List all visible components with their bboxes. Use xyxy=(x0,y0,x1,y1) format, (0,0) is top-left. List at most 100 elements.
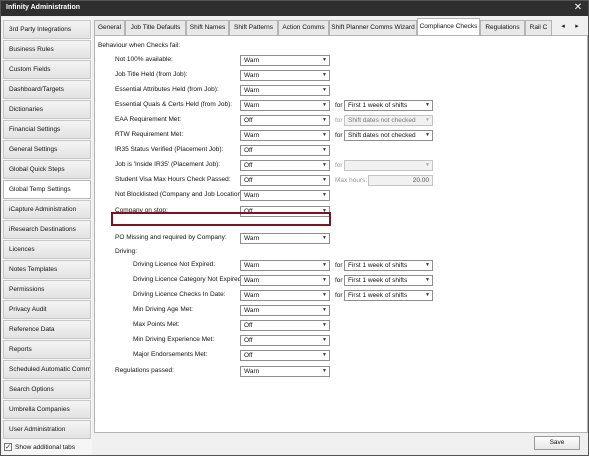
po-missing-select[interactable]: Warn ▼ xyxy=(240,233,330,244)
not-100-available-select[interactable]: Warn ▼ xyxy=(240,55,330,66)
compliance-checks-panel: Behaviour when Checks fail: Not 100% ava… xyxy=(94,35,588,433)
regulations-passed-select[interactable]: Warn ▼ xyxy=(240,366,330,377)
sidebar-item-iresearch-destinations[interactable]: iResearch Destinations xyxy=(3,220,91,239)
sidebar-item-3rd-party-integrations[interactable]: 3rd Party Integrations xyxy=(3,20,91,39)
select-value: Warn xyxy=(244,87,260,94)
sidebar-item-global-quick-steps[interactable]: Global Quick Steps xyxy=(3,160,91,179)
driving-licence-category-select[interactable]: Warn ▼ xyxy=(240,275,330,286)
dropdown-arrow-icon: ▼ xyxy=(425,292,430,298)
save-button[interactable]: Save xyxy=(534,436,580,450)
select-value: Warn xyxy=(244,368,260,375)
for-label: for xyxy=(335,102,343,109)
min-driving-experience-select[interactable]: Off ▼ xyxy=(240,335,330,346)
close-icon[interactable]: ✕ xyxy=(572,2,584,14)
max-hours-label: Max hours: xyxy=(335,177,368,184)
tab-shift-planner-comms-wizard[interactable]: Shift Planner Comms Wizard xyxy=(329,20,417,35)
sidebar-item-icapture-administration[interactable]: iCapture Administration xyxy=(3,200,91,219)
sidebar-item-reports[interactable]: Reports xyxy=(3,340,91,359)
row-label: RTW Requirement Met: xyxy=(115,131,184,138)
ir35-status-select[interactable]: Off ▼ xyxy=(240,145,330,156)
sidebar-item-privacy-audit[interactable]: Privacy Audit xyxy=(3,300,91,319)
for-label: for xyxy=(335,292,343,299)
sidebar-item-scheduled-automatic-comms[interactable]: Scheduled Automatic Comms xyxy=(3,360,91,379)
select-value: Warn xyxy=(244,307,260,314)
driving-licence-not-expired-select[interactable]: Warn ▼ xyxy=(240,260,330,271)
tab-job-title-defaults[interactable]: Job Title Defaults xyxy=(125,20,186,35)
rtw-period-select[interactable]: Shift dates not checked ▼ xyxy=(344,130,433,141)
tab-general[interactable]: General xyxy=(94,20,125,35)
essential-quals-period-select[interactable]: First 1 week of shifts ▼ xyxy=(344,100,433,111)
sidebar-item-user-administration[interactable]: User Administration xyxy=(3,420,91,439)
sidebar-item-custom-fields[interactable]: Custom Fields xyxy=(3,60,91,79)
highlight-box xyxy=(111,212,331,226)
sidebar-item-search-options[interactable]: Search Options xyxy=(3,380,91,399)
dropdown-arrow-icon: ▼ xyxy=(322,235,327,241)
inside-ir35-select[interactable]: Off ▼ xyxy=(240,160,330,171)
not-blocklisted-select[interactable]: Warn ▼ xyxy=(240,190,330,201)
rtw-requirement-select[interactable]: Warn ▼ xyxy=(240,130,330,141)
student-visa-select[interactable]: Off ▼ xyxy=(240,175,330,186)
row-label: Major Endorsements Met: xyxy=(133,351,208,358)
essential-quals-select[interactable]: Warn ▼ xyxy=(240,100,330,111)
sidebar-item-business-rules[interactable]: Business Rules xyxy=(3,40,91,59)
select-value: Off xyxy=(244,147,253,154)
driving-licence-category-period-select[interactable]: First 1 week of shifts ▼ xyxy=(344,275,433,286)
sidebar-item-permissions[interactable]: Permissions xyxy=(3,280,91,299)
row-label: Job is 'Inside IR35' (Placement Job): xyxy=(115,161,221,168)
job-title-held-select[interactable]: Warn ▼ xyxy=(240,70,330,81)
main-area: General Job Title Defaults Shift Names S… xyxy=(94,18,588,455)
for-label: for xyxy=(335,132,343,139)
tab-action-comms[interactable]: Action Comms xyxy=(278,20,329,35)
dropdown-arrow-icon: ▼ xyxy=(322,87,327,93)
dropdown-arrow-icon: ▼ xyxy=(322,262,327,268)
dropdown-arrow-icon: ▼ xyxy=(322,72,327,78)
essential-attributes-select[interactable]: Warn ▼ xyxy=(240,85,330,96)
dropdown-arrow-icon: ▼ xyxy=(322,277,327,283)
tab-regulations[interactable]: Regulations xyxy=(480,20,525,35)
sidebar-item-umbrella-companies[interactable]: Umbrella Companies xyxy=(3,400,91,419)
tab-rail-c[interactable]: Rail C xyxy=(525,20,552,35)
sidebar-item-financial-settings[interactable]: Financial Settings xyxy=(3,120,91,139)
min-driving-age-select[interactable]: Warn ▼ xyxy=(240,305,330,316)
admin-window: Infinity Administration ✕ 3rd Party Inte… xyxy=(0,0,589,456)
select-value: Off xyxy=(244,177,253,184)
sidebar-item-reference-data[interactable]: Reference Data xyxy=(3,320,91,339)
sidebar-item-licences[interactable]: Licences xyxy=(3,240,91,259)
show-additional-tabs-checkbox[interactable]: ✓ Show additional tabs xyxy=(4,441,75,453)
tab-shift-patterns[interactable]: Shift Patterns xyxy=(229,20,278,35)
row-label: Min Driving Age Met: xyxy=(133,306,193,313)
eaa-requirement-select[interactable]: Off ▼ xyxy=(240,115,330,126)
sidebar: 3rd Party Integrations Business Rules Cu… xyxy=(2,18,92,455)
tab-compliance-checks[interactable]: Compliance Checks xyxy=(417,18,480,35)
driving-licence-checks-period-select[interactable]: First 1 week of shifts ▼ xyxy=(344,290,433,301)
select-value: First 1 week of shifts xyxy=(348,292,408,299)
eaa-period-select: Shift dates not checked ▼ xyxy=(344,115,433,126)
sidebar-item-notes-templates[interactable]: Notes Templates xyxy=(3,260,91,279)
sidebar-item-dictionaries[interactable]: Dictionaries xyxy=(3,100,91,119)
select-value: Warn xyxy=(244,277,260,284)
row-label: Driving Licence Category Not Expired: xyxy=(133,276,244,283)
select-value: First 1 week of shifts xyxy=(348,262,408,269)
title-bar: Infinity Administration ✕ xyxy=(1,1,588,16)
sidebar-item-general-settings[interactable]: General Settings xyxy=(3,140,91,159)
select-value: Off xyxy=(244,337,253,344)
dropdown-arrow-icon: ▼ xyxy=(322,337,327,343)
tab-scroll-left-icon[interactable]: ◂ xyxy=(556,21,570,33)
dropdown-arrow-icon: ▼ xyxy=(322,57,327,63)
dropdown-arrow-icon: ▼ xyxy=(322,177,327,183)
tab-shift-names[interactable]: Shift Names xyxy=(186,20,229,35)
max-points-select[interactable]: Off ▼ xyxy=(240,320,330,331)
major-endorsements-select[interactable]: Off ▼ xyxy=(240,350,330,361)
select-value: First 1 week of shifts xyxy=(348,102,408,109)
checkbox-check-icon[interactable]: ✓ xyxy=(4,443,12,451)
dropdown-arrow-icon: ▼ xyxy=(322,368,327,374)
tab-scroll-right-icon[interactable]: ▸ xyxy=(570,21,584,33)
driving-licence-not-expired-period-select[interactable]: First 1 week of shifts ▼ xyxy=(344,260,433,271)
dropdown-arrow-icon: ▼ xyxy=(425,277,430,283)
row-label: Not 100% available: xyxy=(115,56,173,63)
sidebar-item-dashboard-targets[interactable]: Dashboard/Targets xyxy=(3,80,91,99)
sidebar-item-global-temp-settings[interactable]: Global Temp Settings xyxy=(3,180,91,199)
driving-licence-checks-select[interactable]: Warn ▼ xyxy=(240,290,330,301)
select-value: Warn xyxy=(244,102,260,109)
dropdown-arrow-icon: ▼ xyxy=(425,117,430,123)
